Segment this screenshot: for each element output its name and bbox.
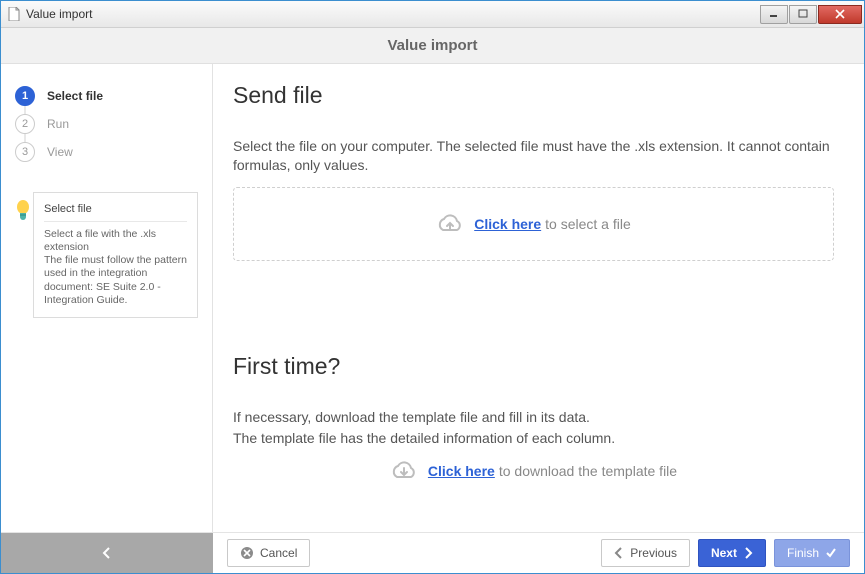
- cancel-label: Cancel: [260, 546, 297, 560]
- file-dropzone[interactable]: Click here to select a file: [233, 187, 834, 261]
- check-icon: [825, 547, 837, 559]
- cloud-download-icon: [390, 460, 418, 482]
- cancel-icon: [240, 546, 254, 560]
- chevron-left-icon: [614, 547, 624, 559]
- lightbulb-icon: [15, 200, 33, 226]
- next-button[interactable]: Next: [698, 539, 766, 567]
- content: Send file Select the file on your comput…: [213, 64, 864, 532]
- send-file-heading: Send file: [233, 82, 834, 109]
- step-label: Run: [47, 117, 69, 131]
- page-title: Value import: [387, 37, 477, 54]
- first-time-line2: The template file has the detailed infor…: [233, 429, 834, 448]
- minimize-button[interactable]: [760, 5, 788, 24]
- tip-text-1: Select a file with the .xls extension: [44, 228, 187, 254]
- chevron-right-icon: [743, 547, 753, 559]
- step-number: 2: [15, 114, 35, 134]
- previous-label: Previous: [630, 546, 677, 560]
- tip-box: Select file Select a file with the .xls …: [33, 192, 198, 318]
- step-select-file[interactable]: 1 Select file: [15, 86, 198, 114]
- back-button[interactable]: [1, 533, 213, 573]
- previous-button[interactable]: Previous: [601, 539, 690, 567]
- send-file-desc: Select the file on your computer. The se…: [233, 137, 834, 175]
- step-number: 3: [15, 142, 35, 162]
- window-title: Value import: [26, 7, 759, 21]
- tip-wrap: Select file Select a file with the .xls …: [15, 192, 198, 318]
- step-number: 1: [15, 86, 35, 106]
- window-buttons: [759, 5, 862, 24]
- document-icon: [7, 7, 21, 21]
- close-button[interactable]: [818, 5, 862, 24]
- step-label: Select file: [47, 89, 103, 103]
- select-file-link[interactable]: Click here: [474, 216, 541, 232]
- wizard-steps: 1 Select file 2 Run 3 View: [1, 64, 212, 178]
- footer-buttons: Cancel Previous Next Finish: [213, 539, 864, 567]
- main: Send file Select the file on your comput…: [213, 64, 864, 532]
- sidebar: 1 Select file 2 Run 3 View: [1, 64, 213, 532]
- titlebar: Value import: [1, 1, 864, 28]
- step-view[interactable]: 3 View: [15, 142, 198, 170]
- cloud-upload-icon: [436, 213, 464, 235]
- step-run[interactable]: 2 Run: [15, 114, 198, 142]
- tip-title: Select file: [44, 203, 187, 222]
- download-template-row: Click here to download the template file: [233, 460, 834, 482]
- tip-text-2: The file must follow the pattern used in…: [44, 254, 187, 307]
- cancel-button[interactable]: Cancel: [227, 539, 310, 567]
- step-label: View: [47, 145, 73, 159]
- first-time-line1: If necessary, download the template file…: [233, 408, 834, 427]
- footer: Cancel Previous Next Finish: [1, 532, 864, 573]
- body: 1 Select file 2 Run 3 View: [1, 64, 864, 532]
- finish-button[interactable]: Finish: [774, 539, 850, 567]
- chevron-left-icon: [100, 546, 114, 560]
- download-template-link[interactable]: Click here: [428, 463, 495, 479]
- app-window: Value import Value import 1 Select file …: [0, 0, 865, 574]
- download-template-tail: to download the template file: [499, 463, 677, 479]
- first-time-heading: First time?: [233, 353, 834, 380]
- page-header: Value import: [1, 28, 864, 64]
- select-file-tail: to select a file: [545, 216, 631, 232]
- finish-label: Finish: [787, 546, 819, 560]
- next-label: Next: [711, 546, 737, 560]
- maximize-button[interactable]: [789, 5, 817, 24]
